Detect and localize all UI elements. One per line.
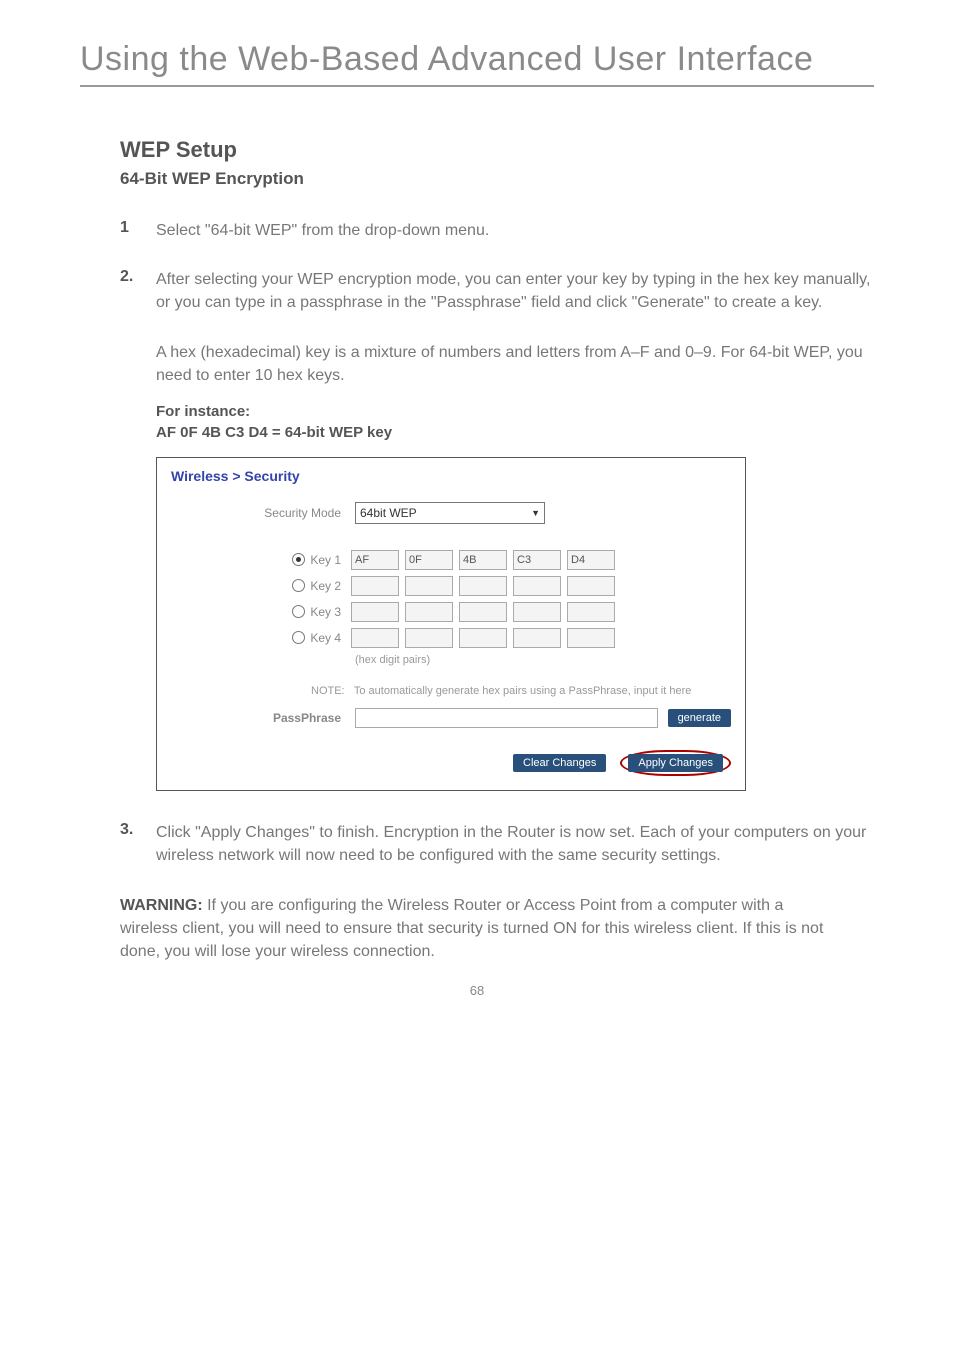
key2-label: Key 2 [310,579,341,593]
key2-hex3[interactable] [459,576,507,596]
step-1-text: Select "64-bit WEP" from the drop-down m… [156,219,489,242]
key3-hex1[interactable] [351,602,399,622]
key3-hex5[interactable] [567,602,615,622]
key2-hex1[interactable] [351,576,399,596]
warning-lead: WARNING: [120,897,203,914]
security-screenshot: Wireless > Security Security Mode 64bit … [156,457,746,791]
key1-hex4[interactable]: C3 [513,550,561,570]
key1-hex5[interactable]: D4 [567,550,615,570]
key1-radio[interactable] [292,553,305,566]
page-number: 68 [80,983,874,998]
title-rule [80,85,874,87]
step-2-text: After selecting your WEP encryption mode… [156,268,874,314]
key3-radio[interactable] [292,605,305,618]
page-title: Using the Web-Based Advanced User Interf… [80,40,874,79]
key2-hex2[interactable] [405,576,453,596]
key1-hex3[interactable]: 4B [459,550,507,570]
passphrase-input[interactable] [355,708,658,728]
section-title: WEP Setup [120,137,874,163]
key2-radio[interactable] [292,579,305,592]
step-1: 1 Select "64-bit WEP" from the drop-down… [120,219,874,242]
for-instance-value: AF 0F 4B C3 D4 = 64-bit WEP key [156,424,392,441]
step-2-number: 2. [120,268,156,286]
key3-hex3[interactable] [459,602,507,622]
key4-hex1[interactable] [351,628,399,648]
apply-changes-button[interactable]: Apply Changes [628,754,723,772]
warning-text: If you are configuring the Wireless Rout… [120,897,823,960]
step-3: 3. Click "Apply Changes" to finish. Encr… [120,821,874,867]
note-lead: NOTE: [311,684,351,698]
key4-hex5[interactable] [567,628,615,648]
step-3-number: 3. [120,821,156,839]
key4-hex3[interactable] [459,628,507,648]
key3-hex4[interactable] [513,602,561,622]
hex-note: (hex digit pairs) [355,654,731,666]
key1-label: Key 1 [310,553,341,567]
step-2: 2. After selecting your WEP encryption m… [120,268,874,314]
note-text: To automatically generate hex pairs usin… [354,685,692,697]
warning-block: WARNING: If you are configuring the Wire… [120,894,834,964]
step-2-sub: A hex (hexadecimal) key is a mixture of … [156,341,874,387]
key4-hex4[interactable] [513,628,561,648]
passphrase-note: NOTE: To automatically generate hex pair… [311,684,731,698]
generate-button[interactable]: generate [668,709,731,727]
security-mode-label: Security Mode [171,506,355,520]
key4-label: Key 4 [310,631,341,645]
key4-hex2[interactable] [405,628,453,648]
section-subtitle: 64-Bit WEP Encryption [120,169,874,189]
passphrase-label: PassPhrase [171,711,355,725]
step-3-text: Click "Apply Changes" to finish. Encrypt… [156,821,874,867]
key2-hex5[interactable] [567,576,615,596]
key4-radio[interactable] [292,631,305,644]
clear-changes-button[interactable]: Clear Changes [513,754,606,772]
chevron-down-icon: ▼ [531,508,540,518]
key3-hex2[interactable] [405,602,453,622]
key1-hex2[interactable]: 0F [405,550,453,570]
key3-label: Key 3 [310,605,341,619]
for-instance-label: For instance: [156,403,250,420]
security-mode-select[interactable]: 64bit WEP ▼ [355,502,545,524]
for-instance-block: For instance: AF 0F 4B C3 D4 = 64-bit WE… [156,401,874,443]
key2-hex4[interactable] [513,576,561,596]
breadcrumb: Wireless > Security [171,468,731,484]
key1-hex1[interactable]: AF [351,550,399,570]
step-1-number: 1 [120,219,156,237]
apply-highlight-circle: Apply Changes [620,750,731,776]
security-mode-value: 64bit WEP [360,506,417,520]
